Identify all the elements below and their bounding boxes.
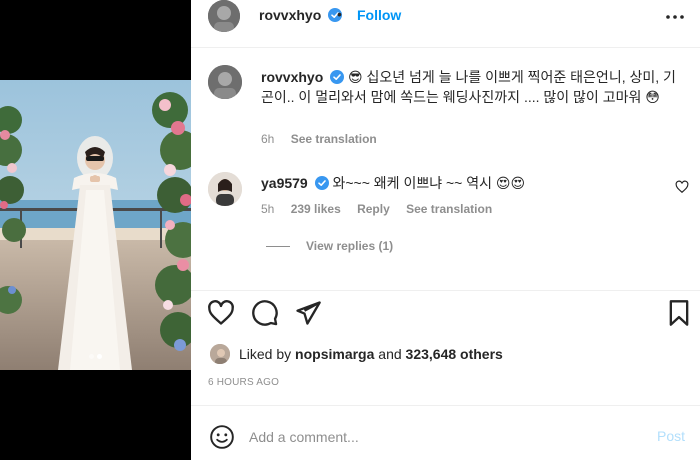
liked-by-text: Liked by nopsimarga and 323,648 others — [239, 346, 503, 362]
post-actions: Liked by nopsimarga and 323,648 others 6… — [191, 290, 700, 390]
post-detail-panel: rovvxhyo • Follow rovvxhyo 😎 십오년 넘게 늘 나를… — [191, 0, 700, 460]
instagram-post-view: rovvxhyo • Follow rovvxhyo 😎 십오년 넘게 늘 나를… — [0, 0, 700, 460]
commenter-username[interactable]: ya9579 — [261, 175, 308, 191]
liker-avatar[interactable] — [209, 343, 231, 365]
post-timestamp[interactable]: 6 HOURS AGO — [208, 377, 279, 388]
liked-by-and: and — [378, 346, 402, 362]
media-column — [0, 0, 191, 460]
comment-icon[interactable] — [251, 299, 279, 327]
comment-body: 와~~~ 왜케 이쁘냐 ~~ 역시 😍😍 — [332, 175, 526, 191]
carousel-dot — [89, 354, 94, 359]
comment-likes[interactable]: 239 likes — [291, 202, 341, 216]
liked-by-prefix: Liked by — [239, 346, 292, 362]
caption-age: 6h — [261, 132, 275, 146]
header-separator: • — [337, 6, 342, 22]
post-photo[interactable] — [0, 80, 191, 370]
reply-button[interactable]: Reply — [357, 202, 390, 216]
author-username[interactable]: rovvxhyo — [259, 7, 321, 23]
caption-text: rovvxhyo 😎 십오년 넘게 늘 나를 이쁘게 찍어준 태은언니, 상미,… — [261, 67, 681, 107]
carousel-indicator — [0, 346, 191, 364]
caption-author-avatar[interactable] — [208, 65, 242, 99]
follow-button[interactable]: Follow — [357, 7, 401, 23]
author-username-row: rovvxhyo — [259, 7, 343, 23]
emoji-icon[interactable] — [209, 424, 235, 450]
author-avatar[interactable] — [208, 0, 240, 32]
wedding-photo-illustration — [0, 80, 191, 370]
post-button[interactable]: Post — [657, 428, 685, 444]
view-replies-button[interactable]: View replies (1) — [266, 239, 393, 253]
bookmark-icon[interactable] — [665, 299, 693, 327]
caption-body: 😎 십오년 넘게 늘 나를 이쁘게 찍어준 태은언니, 상미, 기곤이.. 이 … — [261, 69, 676, 105]
caption-meta: 6h See translation — [261, 132, 390, 146]
liked-by-user[interactable]: nopsimarga — [295, 346, 374, 362]
like-comment-heart-icon[interactable] — [675, 180, 689, 194]
share-icon[interactable] — [294, 299, 322, 327]
comments-section: rovvxhyo 😎 십오년 넘게 늘 나를 이쁘게 찍어준 태은언니, 상미,… — [191, 49, 700, 289]
caption-see-translation[interactable]: See translation — [291, 132, 377, 146]
caption-username[interactable]: rovvxhyo — [261, 69, 323, 85]
verified-icon — [330, 70, 345, 84]
liked-by-others[interactable]: 323,648 others — [406, 346, 503, 362]
comment-age: 5h — [261, 202, 275, 216]
heart-icon[interactable] — [207, 299, 235, 327]
comment-see-translation[interactable]: See translation — [406, 202, 492, 216]
comment-input[interactable] — [249, 423, 629, 451]
replies-divider-line — [266, 246, 290, 248]
comment-meta: 5h 239 likes Reply See translation — [261, 202, 505, 216]
verified-icon — [314, 176, 329, 190]
more-icon[interactable] — [663, 10, 687, 24]
comment-text: ya9579 와~~~ 왜케 이쁘냐 ~~ 역시 😍😍 — [261, 173, 525, 193]
carousel-dot-active — [97, 354, 102, 359]
post-header: rovvxhyo • Follow — [191, 0, 700, 48]
comment-composer: Post — [191, 405, 700, 460]
view-replies-label: View replies (1) — [306, 239, 394, 253]
commenter-avatar[interactable] — [208, 172, 242, 206]
